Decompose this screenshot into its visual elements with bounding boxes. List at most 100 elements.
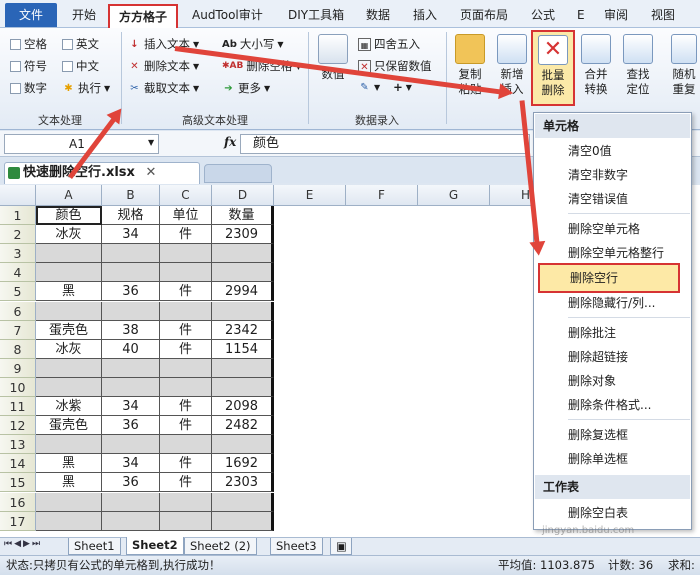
- value-button[interactable]: 数值: [314, 34, 352, 82]
- cell-F3[interactable]: [346, 244, 418, 263]
- cell-B8[interactable]: 40: [102, 339, 160, 359]
- cell-D16[interactable]: [212, 492, 274, 512]
- select-all-corner[interactable]: [0, 185, 36, 206]
- row-header-6[interactable]: 6: [0, 301, 36, 321]
- cell-G5[interactable]: [418, 282, 490, 301]
- cell-F6[interactable]: [346, 302, 418, 321]
- cell-A11[interactable]: 冰紫: [36, 397, 102, 417]
- cell-E6[interactable]: [274, 302, 346, 321]
- cell-D11[interactable]: 2098: [212, 397, 274, 417]
- cell-C6[interactable]: [160, 301, 212, 321]
- cell-A4[interactable]: [36, 263, 102, 283]
- cell-G13[interactable]: [418, 435, 490, 454]
- cell-C11[interactable]: 件: [160, 397, 212, 417]
- cell-B14[interactable]: 34: [102, 454, 160, 474]
- cell-E16[interactable]: [274, 493, 346, 512]
- cell-B9[interactable]: [102, 358, 160, 378]
- menu-item-9[interactable]: 删除对象: [568, 369, 690, 393]
- cell-E11[interactable]: [274, 397, 346, 416]
- cell-G10[interactable]: [418, 378, 490, 397]
- tab-audtool[interactable]: AudTool审计: [192, 0, 263, 28]
- cell-G1[interactable]: [418, 206, 490, 225]
- cell-D8[interactable]: 1154: [212, 339, 274, 359]
- check-english[interactable]: 英文: [62, 36, 99, 52]
- cell-A3[interactable]: [36, 244, 102, 264]
- cell-C17[interactable]: [160, 511, 212, 531]
- cell-A17[interactable]: [36, 511, 102, 531]
- cell-D3[interactable]: [212, 244, 274, 264]
- cell-C16[interactable]: [160, 492, 212, 512]
- cell-C1[interactable]: 单位: [160, 206, 212, 226]
- cell-C5[interactable]: 件: [160, 282, 212, 302]
- cell-B10[interactable]: [102, 377, 160, 397]
- cell-D17[interactable]: [212, 511, 274, 531]
- menu-item-10[interactable]: 删除条件格式...: [568, 393, 690, 417]
- tab-diy[interactable]: DIY工具箱: [288, 0, 344, 28]
- cell-F17[interactable]: [346, 512, 418, 531]
- column-header-A[interactable]: A: [36, 185, 102, 206]
- exec-button[interactable]: ✱ 执行 ▼: [62, 80, 110, 96]
- cell-A16[interactable]: [36, 492, 102, 512]
- cell-D4[interactable]: [212, 263, 274, 283]
- edit-button[interactable]: ✎ ▼ + ▼: [358, 80, 412, 94]
- cell-G11[interactable]: [418, 397, 490, 416]
- cell-B11[interactable]: 34: [102, 397, 160, 417]
- cell-E17[interactable]: [274, 512, 346, 531]
- tab-review[interactable]: 审阅: [604, 0, 628, 28]
- row-header-10[interactable]: 10: [0, 377, 36, 397]
- cell-F12[interactable]: [346, 416, 418, 435]
- merge-convert-button[interactable]: 合并 转换: [576, 34, 616, 97]
- cell-B6[interactable]: [102, 301, 160, 321]
- cell-E1[interactable]: [274, 206, 346, 225]
- row-header-17[interactable]: 17: [0, 511, 36, 531]
- check-symbol[interactable]: 符号: [10, 58, 47, 74]
- cell-G14[interactable]: [418, 454, 490, 473]
- cell-A2[interactable]: 冰灰: [36, 225, 102, 245]
- cell-C3[interactable]: [160, 244, 212, 264]
- menu-item-7[interactable]: 删除批注: [568, 321, 690, 345]
- cell-A5[interactable]: 黑: [36, 282, 102, 302]
- cell-D15[interactable]: 2303: [212, 473, 274, 493]
- cell-D12[interactable]: 2482: [212, 416, 274, 436]
- cell-E2[interactable]: [274, 225, 346, 244]
- cell-G12[interactable]: [418, 416, 490, 435]
- check-space[interactable]: 空格: [10, 36, 47, 52]
- batch-delete-button[interactable]: ✕ 批量 删除: [531, 30, 575, 106]
- name-box[interactable]: A1: [4, 134, 159, 154]
- menu-item-2[interactable]: 清空错误值: [568, 187, 690, 211]
- fx-icon[interactable]: fx: [224, 135, 236, 149]
- cell-F7[interactable]: [346, 321, 418, 340]
- insert-sheet-button[interactable]: ▣: [330, 538, 352, 555]
- cell-D13[interactable]: [212, 435, 274, 455]
- tab-formula[interactable]: 公式: [531, 0, 555, 28]
- menu-item-delete-blank-sheet[interactable]: 删除空白表: [568, 501, 690, 525]
- chevron-down-icon[interactable]: ▼: [148, 138, 154, 147]
- menu-item-6[interactable]: 删除隐藏行/列...: [568, 291, 690, 315]
- random-repeat-button[interactable]: 随机 重复: [668, 34, 700, 97]
- sheet-tab-2-copy[interactable]: Sheet2 (2): [184, 538, 257, 555]
- column-header-G[interactable]: G: [418, 185, 490, 206]
- tab-file[interactable]: 文件: [5, 3, 57, 27]
- delete-text-button[interactable]: ✕ 删除文本 ▼: [128, 58, 199, 74]
- cell-G16[interactable]: [418, 493, 490, 512]
- cell-D14[interactable]: 1692: [212, 454, 274, 474]
- column-header-F[interactable]: F: [346, 185, 418, 206]
- cell-C14[interactable]: 件: [160, 454, 212, 474]
- cell-B15[interactable]: 36: [102, 473, 160, 493]
- cell-A7[interactable]: 蛋壳色: [36, 320, 102, 340]
- cell-G2[interactable]: [418, 225, 490, 244]
- cell-G15[interactable]: [418, 473, 490, 492]
- menu-item-0[interactable]: 清空0值: [568, 139, 690, 163]
- cell-G4[interactable]: [418, 263, 490, 282]
- cell-F9[interactable]: [346, 359, 418, 378]
- row-header-5[interactable]: 5: [0, 282, 36, 302]
- cell-C8[interactable]: 件: [160, 339, 212, 359]
- cell-B17[interactable]: [102, 511, 160, 531]
- cell-E14[interactable]: [274, 454, 346, 473]
- row-header-13[interactable]: 13: [0, 435, 36, 455]
- row-header-8[interactable]: 8: [0, 339, 36, 359]
- column-header-C[interactable]: C: [160, 185, 212, 206]
- formula-input[interactable]: 颜色: [240, 134, 530, 154]
- menu-item-11[interactable]: 删除复选框: [568, 423, 690, 447]
- menu-item-4[interactable]: 删除空单元格整行: [568, 241, 690, 265]
